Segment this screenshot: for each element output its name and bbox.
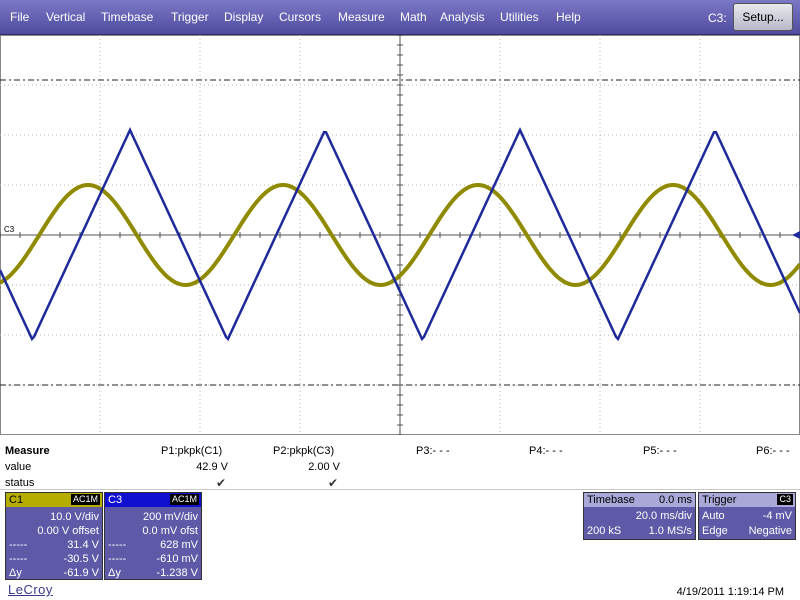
timebase-rate: 1.0 MS/s xyxy=(648,525,692,537)
trigger-header: Trigger C3 xyxy=(699,493,795,507)
channel-c3-row: 200 mV/div xyxy=(142,511,198,523)
channel-c3-name: C3 xyxy=(108,494,123,506)
timebase-label: Timebase xyxy=(587,494,635,506)
channel-c1-row: 0.00 V offset xyxy=(37,525,99,537)
measure-p3-label[interactable]: P3:- - - xyxy=(416,445,450,457)
measure-separator xyxy=(0,489,800,490)
menu-vertical[interactable]: Vertical xyxy=(46,10,85,24)
menu-timebase[interactable]: Timebase xyxy=(101,10,153,24)
menu-cursors[interactable]: Cursors xyxy=(279,10,321,24)
measure-p2-value: 2.00 V xyxy=(308,461,340,473)
channel-c1-coupling-tag: AC1M xyxy=(70,494,100,505)
timebase-offset: 0.0 ms xyxy=(658,494,692,506)
measure-p6-label[interactable]: P6:- - - xyxy=(756,445,790,457)
trigger-level: -4 mV xyxy=(762,510,792,522)
waveform-grid[interactable]: C3 xyxy=(0,35,800,435)
timebase-samples: 200 kS xyxy=(587,525,622,537)
menu-display[interactable]: Display xyxy=(224,10,263,24)
setup-button[interactable]: Setup... xyxy=(733,3,793,31)
channel-c1-name: C1 xyxy=(9,494,24,506)
menu-bar: File Vertical Timebase Trigger Display C… xyxy=(0,0,800,35)
timebase-header: Timebase 0.0 ms xyxy=(584,493,695,507)
menu-help[interactable]: Help xyxy=(556,10,581,24)
channel-c3-coupling-tag: AC1M xyxy=(169,494,199,505)
trigger-label: Trigger xyxy=(702,494,737,506)
active-channel-label: C3: xyxy=(708,11,727,25)
measure-p2-label[interactable]: P2:pkpk(C3) xyxy=(273,445,334,457)
measure-row-value: value xyxy=(5,461,32,473)
trigger-type: Edge xyxy=(702,525,728,537)
channel-c3-row: Δy -1.238 V xyxy=(108,567,198,579)
measure-p1-status: ✔ xyxy=(216,476,227,490)
trigger-level-arrow-icon[interactable] xyxy=(792,231,800,239)
channel-c3-row: ----- -610 mV xyxy=(108,553,198,565)
trigger-mode: Auto xyxy=(702,510,725,522)
measure-p1-label[interactable]: P1:pkpk(C1) xyxy=(161,445,222,457)
measure-p5-label[interactable]: P5:- - - xyxy=(643,445,677,457)
lecroy-logo: LeCroy xyxy=(8,582,53,597)
timebase-box[interactable]: Timebase 0.0 ms 20.0 ms/div 200 kS 1.0 M… xyxy=(583,492,696,540)
menu-utilities[interactable]: Utilities xyxy=(500,10,539,24)
menu-file[interactable]: File xyxy=(10,10,29,24)
timebase-per-div: 20.0 ms/div xyxy=(635,510,692,522)
channel-c3-row: 0.0 mV ofst xyxy=(142,525,198,537)
channel-c3-header: C3 AC1M xyxy=(105,493,201,507)
channel-c1-row: Δy -61.9 V xyxy=(9,567,99,579)
measure-p4-label[interactable]: P4:- - - xyxy=(529,445,563,457)
channel-marker-c3: C3 xyxy=(4,225,15,234)
channel-c1-row: ----- 31.4 V xyxy=(9,539,99,551)
menu-trigger[interactable]: Trigger xyxy=(171,10,209,24)
channel-c1-header: C1 AC1M xyxy=(6,493,102,507)
measure-p2-status: ✔ xyxy=(328,476,339,490)
date-time: 4/19/2011 1:19:14 PM xyxy=(676,586,784,598)
channel-c3-row: ----- 628 mV xyxy=(108,539,198,551)
grid-lines xyxy=(0,35,800,435)
measure-title: Measure xyxy=(5,445,50,457)
trigger-source-tag: C3 xyxy=(777,494,793,505)
channel-c1-row: 10.0 V/div xyxy=(50,511,99,523)
channel-c3-box[interactable]: C3 AC1M 200 mV/div 0.0 mV ofst ----- 628 … xyxy=(104,492,202,580)
trigger-slope: Negative xyxy=(748,525,792,537)
menu-measure[interactable]: Measure xyxy=(338,10,385,24)
channel-c1-box[interactable]: C1 AC1M 10.0 V/div 0.00 V offset ----- 31… xyxy=(5,492,103,580)
channel-c1-row: ----- -30.5 V xyxy=(9,553,99,565)
measure-row-status: status xyxy=(5,477,35,489)
measure-p1-value: 42.9 V xyxy=(196,461,228,473)
menu-math[interactable]: Math xyxy=(400,10,427,24)
menu-analysis[interactable]: Analysis xyxy=(440,10,485,24)
trigger-box[interactable]: Trigger C3 Auto -4 mV Edge Negative xyxy=(698,492,796,540)
